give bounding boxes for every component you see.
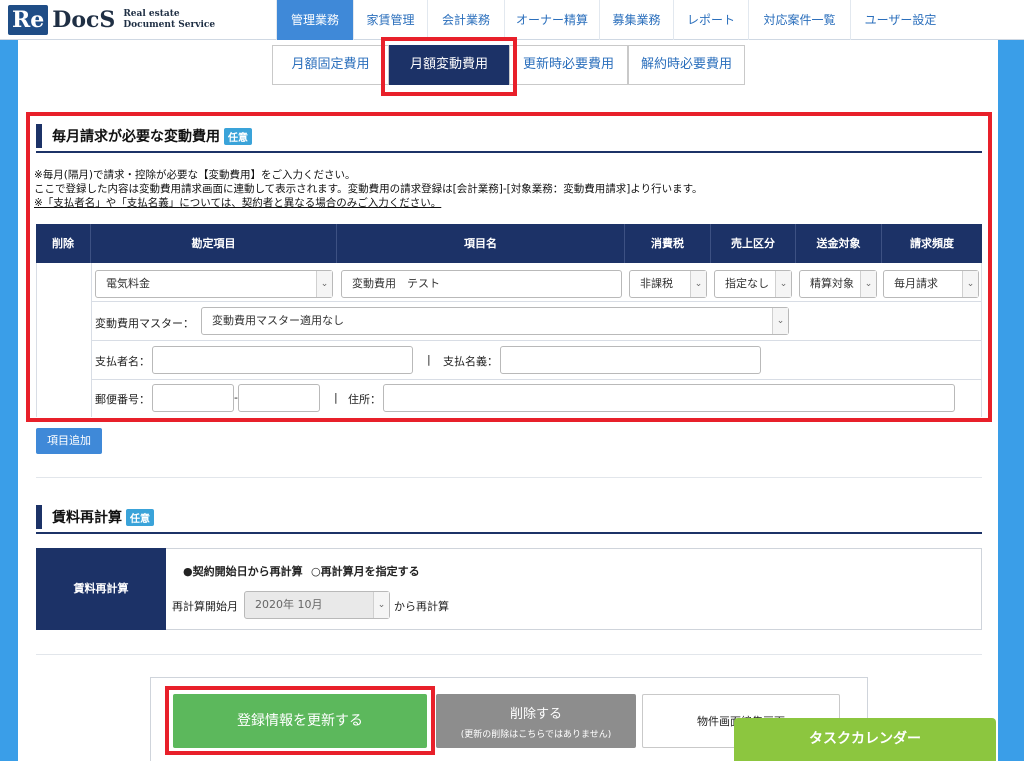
row-divider	[91, 301, 981, 302]
recalc-head: 賃料再計算	[36, 548, 166, 630]
section-divider	[36, 532, 982, 534]
table-left-border	[36, 263, 37, 417]
chevron-down-icon: ⌄	[775, 271, 791, 297]
account-select[interactable]: 電気料金 ⌄	[95, 270, 333, 298]
radio-from-start[interactable]: ●契約開始日から再計算	[183, 563, 303, 579]
address-label: 住所：	[348, 393, 381, 406]
payer-input[interactable]	[152, 346, 413, 374]
optional-badge: 任意	[224, 127, 252, 145]
recalc-section-title: 賃料再計算	[52, 510, 122, 526]
nav-management[interactable]: 管理業務	[276, 0, 353, 40]
note-line-3: ※「支払者名」や「支払名義」については、契約者と異なる場合のみご入力ください。	[34, 197, 442, 209]
recalc-section-header: 賃料再計算 任意	[36, 503, 154, 531]
sales-class-value: 指定なし	[725, 277, 769, 290]
frequency-select-value: 毎月請求	[894, 277, 938, 290]
optional-badge: 任意	[126, 508, 154, 526]
nav-report[interactable]: レポート	[673, 0, 748, 40]
address-input[interactable]	[383, 384, 955, 412]
variable-section-header: 毎月請求が必要な変動費用 任意	[36, 122, 252, 150]
note-line-2: ここで登録した内容は変動費用請求画面に連動して表示されます。変動費用の請求登録は…	[34, 183, 703, 195]
tab-monthly-variable[interactable]: 月額変動費用	[389, 45, 509, 85]
recalc-month-select[interactable]: 2020年 10月 ⌄	[244, 591, 390, 619]
divider	[36, 477, 982, 478]
divider	[36, 654, 982, 655]
item-name-input[interactable]: 変動費用 テスト	[341, 270, 622, 298]
chevron-down-icon: ⌄	[373, 592, 389, 618]
sales-class-select[interactable]: 指定なし ⌄	[714, 270, 792, 298]
master-label: 変動費用マスター：	[95, 317, 194, 330]
note-line-1: ※毎月(隔月)で請求・控除が必要な【変動費用】をご入力ください。	[34, 169, 356, 181]
nav-rent[interactable]: 家賃管理	[353, 0, 427, 40]
variable-table-header: 削除 勘定項目 項目名 消費税 売上区分 送金対象 請求頻度	[36, 224, 982, 263]
app-header: Re DocS Real estate Document Service 管理業務…	[0, 0, 1024, 40]
row-divider	[91, 379, 981, 380]
frequency-select[interactable]: 毎月請求 ⌄	[883, 270, 979, 298]
nav-owner-settlement[interactable]: オーナー精算	[504, 0, 599, 40]
table-right-border	[981, 263, 982, 417]
chevron-down-icon: ⌄	[772, 308, 788, 334]
tab-cancellation[interactable]: 解約時必要費用	[628, 45, 745, 85]
logo-subtitle: Real estate Document Service	[123, 9, 216, 30]
account-select-value: 電気料金	[106, 277, 150, 290]
delete-button-label: 削除する	[509, 707, 562, 722]
recalc-box	[36, 548, 982, 630]
col-tax: 消費税	[625, 224, 711, 263]
section-bar	[36, 505, 42, 529]
redocs-logo[interactable]: Re DocS Real estate Document Service	[8, 5, 215, 35]
col-item-name: 項目名	[337, 224, 625, 263]
col-delete: 削除	[36, 224, 91, 263]
chevron-down-icon: ⌄	[962, 271, 978, 297]
recalc-month-label: 再計算開始月	[172, 600, 238, 613]
address-separator: |	[334, 391, 338, 404]
remit-select-value: 精算対象	[810, 277, 854, 290]
col-sales-class: 売上区分	[711, 224, 796, 263]
master-select[interactable]: 変動費用マスター適用なし ⌄	[201, 307, 789, 335]
logo-re: Re	[8, 5, 49, 35]
tax-select[interactable]: 非課税 ⌄	[629, 270, 707, 298]
recalc-month-value: 2020年 10月	[255, 598, 323, 611]
add-item-button[interactable]: 項目追加	[36, 428, 102, 454]
item-name-value: 変動費用 テスト	[352, 277, 440, 290]
section-bar	[36, 124, 42, 148]
tab-renewal[interactable]: 更新時必要費用	[509, 45, 628, 85]
payer-label: 支払者名：	[95, 355, 150, 368]
chevron-down-icon: ⌄	[316, 271, 332, 297]
tab-monthly-fixed[interactable]: 月額固定費用	[272, 45, 389, 85]
logo-docs: DocS	[52, 7, 116, 33]
nav-cases[interactable]: 対応案件一覧	[748, 0, 850, 40]
remit-select[interactable]: 精算対象 ⌄	[799, 270, 877, 298]
update-button[interactable]: 登録情報を更新する	[173, 694, 427, 748]
main-nav: 管理業務 家賃管理 会計業務 オーナー精算 募集業務 レポート 対応案件一覧 ユ…	[276, 0, 950, 40]
tax-select-value: 非課税	[640, 277, 673, 290]
master-select-value: 変動費用マスター適用なし	[212, 314, 344, 327]
postal-input-2[interactable]	[238, 384, 320, 412]
delete-button-sub: (更新の削除はこちらではありません)	[460, 730, 612, 740]
chevron-down-icon: ⌄	[860, 271, 876, 297]
col-frequency: 請求頻度	[910, 237, 954, 250]
delete-button[interactable]: 削除する (更新の削除はこちらではありません)	[436, 694, 636, 748]
nav-recruitment[interactable]: 募集業務	[599, 0, 673, 40]
col-remit: 送金対象	[796, 224, 882, 263]
variable-section-title: 毎月請求が必要な変動費用	[52, 129, 220, 145]
nav-user-settings[interactable]: ユーザー設定	[850, 0, 950, 40]
task-calendar-button[interactable]: タスクカレンダー	[734, 718, 996, 761]
payee-separator: |	[427, 353, 431, 366]
recalc-suffix: から再計算	[394, 600, 449, 613]
radio-specify-month[interactable]: ○再計算月を指定する	[311, 563, 420, 579]
payee-label: 支払名義：	[443, 355, 498, 368]
variable-notes: ※毎月(隔月)で請求・控除が必要な【変動費用】をご入力ください。 ここで登録した…	[34, 168, 703, 210]
col-account: 勘定項目	[91, 224, 337, 263]
section-divider	[36, 151, 982, 153]
postal-input-1[interactable]	[152, 384, 234, 412]
postal-label: 郵便番号：	[95, 393, 150, 406]
chevron-down-icon: ⌄	[690, 271, 706, 297]
nav-accounting[interactable]: 会計業務	[427, 0, 504, 40]
payee-input[interactable]	[500, 346, 761, 374]
row-divider	[91, 340, 981, 341]
